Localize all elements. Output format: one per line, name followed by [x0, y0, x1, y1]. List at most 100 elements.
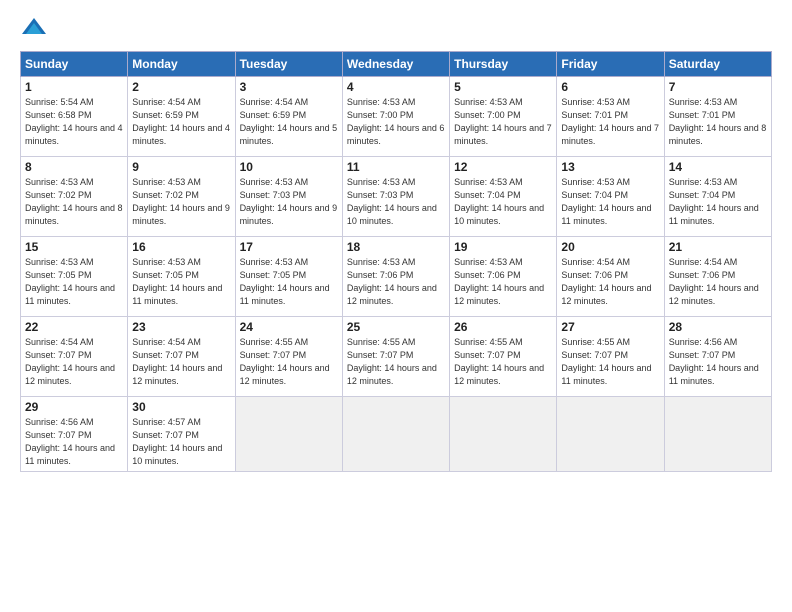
calendar-cell: 23 Sunrise: 4:54 AMSunset: 7:07 PMDaylig…	[128, 317, 235, 397]
day-number: 14	[669, 160, 767, 174]
day-number: 2	[132, 80, 230, 94]
logo	[20, 16, 52, 43]
day-number: 5	[454, 80, 552, 94]
day-number: 24	[240, 320, 338, 334]
day-number: 4	[347, 80, 445, 94]
calendar-cell: 22 Sunrise: 4:54 AMSunset: 7:07 PMDaylig…	[21, 317, 128, 397]
day-number: 20	[561, 240, 659, 254]
calendar-cell: 18 Sunrise: 4:53 AMSunset: 7:06 PMDaylig…	[342, 237, 449, 317]
calendar-cell: 5 Sunrise: 4:53 AMSunset: 7:00 PMDayligh…	[450, 77, 557, 157]
calendar-cell: 24 Sunrise: 4:55 AMSunset: 7:07 PMDaylig…	[235, 317, 342, 397]
calendar-day-header: Wednesday	[342, 52, 449, 77]
calendar-cell: 6 Sunrise: 4:53 AMSunset: 7:01 PMDayligh…	[557, 77, 664, 157]
day-number: 27	[561, 320, 659, 334]
cell-content: Sunrise: 4:56 AMSunset: 7:07 PMDaylight:…	[25, 417, 115, 466]
calendar-cell: 16 Sunrise: 4:53 AMSunset: 7:05 PMDaylig…	[128, 237, 235, 317]
calendar-week-row: 15 Sunrise: 4:53 AMSunset: 7:05 PMDaylig…	[21, 237, 772, 317]
cell-content: Sunrise: 4:55 AMSunset: 7:07 PMDaylight:…	[240, 337, 330, 386]
calendar-day-header: Sunday	[21, 52, 128, 77]
cell-content: Sunrise: 4:54 AMSunset: 7:06 PMDaylight:…	[561, 257, 651, 306]
calendar-cell: 27 Sunrise: 4:55 AMSunset: 7:07 PMDaylig…	[557, 317, 664, 397]
cell-content: Sunrise: 4:53 AMSunset: 7:06 PMDaylight:…	[347, 257, 437, 306]
day-number: 22	[25, 320, 123, 334]
cell-content: Sunrise: 4:53 AMSunset: 7:03 PMDaylight:…	[347, 177, 437, 226]
day-number: 25	[347, 320, 445, 334]
calendar-cell: 26 Sunrise: 4:55 AMSunset: 7:07 PMDaylig…	[450, 317, 557, 397]
calendar-cell: 15 Sunrise: 4:53 AMSunset: 7:05 PMDaylig…	[21, 237, 128, 317]
calendar-cell	[235, 397, 342, 472]
calendar-cell: 4 Sunrise: 4:53 AMSunset: 7:00 PMDayligh…	[342, 77, 449, 157]
calendar-day-header: Friday	[557, 52, 664, 77]
calendar-cell	[664, 397, 771, 472]
calendar-cell: 2 Sunrise: 4:54 AMSunset: 6:59 PMDayligh…	[128, 77, 235, 157]
calendar-cell: 8 Sunrise: 4:53 AMSunset: 7:02 PMDayligh…	[21, 157, 128, 237]
cell-content: Sunrise: 4:57 AMSunset: 7:07 PMDaylight:…	[132, 417, 222, 466]
calendar-cell: 14 Sunrise: 4:53 AMSunset: 7:04 PMDaylig…	[664, 157, 771, 237]
cell-content: Sunrise: 4:55 AMSunset: 7:07 PMDaylight:…	[454, 337, 544, 386]
calendar-cell: 28 Sunrise: 4:56 AMSunset: 7:07 PMDaylig…	[664, 317, 771, 397]
day-number: 7	[669, 80, 767, 94]
day-number: 19	[454, 240, 552, 254]
cell-content: Sunrise: 4:53 AMSunset: 7:01 PMDaylight:…	[669, 97, 767, 146]
day-number: 12	[454, 160, 552, 174]
cell-content: Sunrise: 4:54 AMSunset: 7:07 PMDaylight:…	[132, 337, 222, 386]
cell-content: Sunrise: 4:55 AMSunset: 7:07 PMDaylight:…	[561, 337, 651, 386]
cell-content: Sunrise: 4:53 AMSunset: 7:05 PMDaylight:…	[25, 257, 115, 306]
day-number: 21	[669, 240, 767, 254]
day-number: 16	[132, 240, 230, 254]
calendar-day-header: Monday	[128, 52, 235, 77]
cell-content: Sunrise: 4:56 AMSunset: 7:07 PMDaylight:…	[669, 337, 759, 386]
calendar-day-header: Thursday	[450, 52, 557, 77]
calendar-cell: 25 Sunrise: 4:55 AMSunset: 7:07 PMDaylig…	[342, 317, 449, 397]
day-number: 3	[240, 80, 338, 94]
day-number: 11	[347, 160, 445, 174]
day-number: 15	[25, 240, 123, 254]
cell-content: Sunrise: 4:54 AMSunset: 6:59 PMDaylight:…	[240, 97, 338, 146]
page: SundayMondayTuesdayWednesdayThursdayFrid…	[0, 0, 792, 612]
calendar-cell: 21 Sunrise: 4:54 AMSunset: 7:06 PMDaylig…	[664, 237, 771, 317]
cell-content: Sunrise: 5:54 AMSunset: 6:58 PMDaylight:…	[25, 97, 123, 146]
cell-content: Sunrise: 4:53 AMSunset: 7:00 PMDaylight:…	[347, 97, 445, 146]
cell-content: Sunrise: 4:53 AMSunset: 7:04 PMDaylight:…	[669, 177, 759, 226]
cell-content: Sunrise: 4:54 AMSunset: 7:06 PMDaylight:…	[669, 257, 759, 306]
cell-content: Sunrise: 4:53 AMSunset: 7:03 PMDaylight:…	[240, 177, 338, 226]
calendar-week-row: 22 Sunrise: 4:54 AMSunset: 7:07 PMDaylig…	[21, 317, 772, 397]
calendar-week-row: 29 Sunrise: 4:56 AMSunset: 7:07 PMDaylig…	[21, 397, 772, 472]
calendar-cell: 1 Sunrise: 5:54 AMSunset: 6:58 PMDayligh…	[21, 77, 128, 157]
calendar-cell: 19 Sunrise: 4:53 AMSunset: 7:06 PMDaylig…	[450, 237, 557, 317]
cell-content: Sunrise: 4:53 AMSunset: 7:06 PMDaylight:…	[454, 257, 544, 306]
day-number: 18	[347, 240, 445, 254]
day-number: 1	[25, 80, 123, 94]
calendar-week-row: 1 Sunrise: 5:54 AMSunset: 6:58 PMDayligh…	[21, 77, 772, 157]
calendar-header-row: SundayMondayTuesdayWednesdayThursdayFrid…	[21, 52, 772, 77]
day-number: 8	[25, 160, 123, 174]
day-number: 29	[25, 400, 123, 414]
day-number: 13	[561, 160, 659, 174]
day-number: 23	[132, 320, 230, 334]
day-number: 9	[132, 160, 230, 174]
calendar-day-header: Tuesday	[235, 52, 342, 77]
cell-content: Sunrise: 4:53 AMSunset: 7:05 PMDaylight:…	[240, 257, 330, 306]
day-number: 6	[561, 80, 659, 94]
cell-content: Sunrise: 4:53 AMSunset: 7:05 PMDaylight:…	[132, 257, 222, 306]
calendar-table: SundayMondayTuesdayWednesdayThursdayFrid…	[20, 51, 772, 472]
logo-icon	[20, 16, 48, 38]
calendar-cell: 3 Sunrise: 4:54 AMSunset: 6:59 PMDayligh…	[235, 77, 342, 157]
cell-content: Sunrise: 4:54 AMSunset: 6:59 PMDaylight:…	[132, 97, 230, 146]
calendar-cell: 12 Sunrise: 4:53 AMSunset: 7:04 PMDaylig…	[450, 157, 557, 237]
cell-content: Sunrise: 4:53 AMSunset: 7:00 PMDaylight:…	[454, 97, 552, 146]
calendar-cell: 29 Sunrise: 4:56 AMSunset: 7:07 PMDaylig…	[21, 397, 128, 472]
calendar-cell: 7 Sunrise: 4:53 AMSunset: 7:01 PMDayligh…	[664, 77, 771, 157]
cell-content: Sunrise: 4:53 AMSunset: 7:01 PMDaylight:…	[561, 97, 659, 146]
calendar-week-row: 8 Sunrise: 4:53 AMSunset: 7:02 PMDayligh…	[21, 157, 772, 237]
calendar-cell	[342, 397, 449, 472]
calendar-day-header: Saturday	[664, 52, 771, 77]
cell-content: Sunrise: 4:53 AMSunset: 7:04 PMDaylight:…	[454, 177, 544, 226]
cell-content: Sunrise: 4:54 AMSunset: 7:07 PMDaylight:…	[25, 337, 115, 386]
calendar-cell: 13 Sunrise: 4:53 AMSunset: 7:04 PMDaylig…	[557, 157, 664, 237]
calendar-cell: 9 Sunrise: 4:53 AMSunset: 7:02 PMDayligh…	[128, 157, 235, 237]
calendar-cell: 17 Sunrise: 4:53 AMSunset: 7:05 PMDaylig…	[235, 237, 342, 317]
cell-content: Sunrise: 4:55 AMSunset: 7:07 PMDaylight:…	[347, 337, 437, 386]
day-number: 28	[669, 320, 767, 334]
cell-content: Sunrise: 4:53 AMSunset: 7:04 PMDaylight:…	[561, 177, 651, 226]
